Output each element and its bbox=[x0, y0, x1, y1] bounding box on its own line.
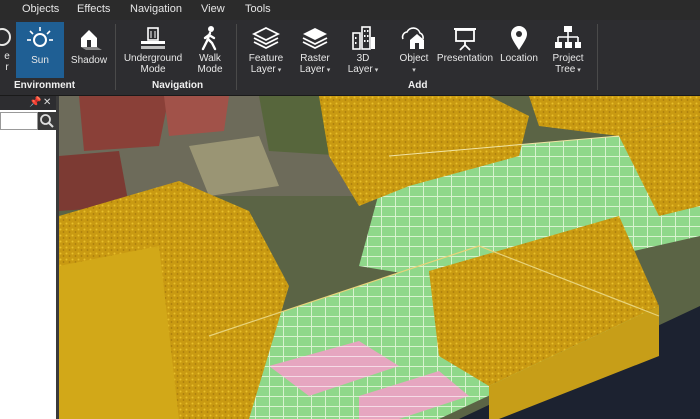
underground-label-1: Underground bbox=[123, 53, 183, 64]
ribbon-separator bbox=[236, 24, 237, 90]
shadow-button[interactable]: Shadow bbox=[66, 22, 112, 78]
group-navigation-label: Navigation bbox=[152, 80, 204, 91]
ribbon-separator bbox=[597, 24, 598, 90]
search-button[interactable] bbox=[38, 112, 56, 130]
3d-viewport[interactable] bbox=[59, 96, 700, 419]
location-label: Location bbox=[500, 53, 538, 64]
project-tree-label-1: Project bbox=[552, 53, 584, 64]
sun-label: Sun bbox=[31, 55, 49, 66]
walk-label-1: Walk bbox=[199, 53, 221, 64]
dropdown-caret-icon: ▾ bbox=[275, 67, 282, 74]
search-input[interactable] bbox=[0, 112, 38, 130]
raster-layer-button[interactable]: Raster Layer ▾ bbox=[294, 22, 336, 78]
object-button[interactable]: Object ▾ bbox=[394, 22, 434, 78]
raster-layer-label-2: Layer ▾ bbox=[299, 64, 331, 75]
menu-tools[interactable]: Tools bbox=[245, 3, 271, 15]
shadow-label: Shadow bbox=[70, 55, 108, 66]
partial-icon bbox=[0, 28, 11, 46]
3d-layer-label-1: 3D bbox=[356, 53, 370, 64]
point-cloud-scene bbox=[59, 96, 700, 419]
object-icon bbox=[401, 27, 424, 49]
location-button[interactable]: Location bbox=[497, 22, 541, 78]
presentation-button[interactable]: Presentation bbox=[437, 22, 493, 78]
walk-mode-button[interactable]: Walk Mode bbox=[190, 22, 230, 78]
search-icon bbox=[40, 114, 54, 128]
project-tree-panel: 📌 ✕ bbox=[0, 96, 56, 419]
dropdown-caret-icon: ▾ bbox=[412, 67, 416, 74]
feature-layer-label-1: Feature bbox=[248, 53, 284, 64]
dropdown-caret-icon: ▾ bbox=[324, 67, 331, 74]
feature-layer-button[interactable]: Feature Layer ▾ bbox=[243, 22, 289, 78]
location-pin-icon bbox=[511, 26, 527, 50]
project-tree-label-2: Tree ▾ bbox=[555, 64, 581, 75]
underground-label-2: Mode bbox=[140, 64, 166, 75]
walk-icon bbox=[201, 26, 217, 51]
group-add-label: Add bbox=[408, 80, 428, 91]
menu-effects[interactable]: Effects bbox=[77, 3, 110, 15]
sun-button[interactable]: Sun bbox=[16, 22, 64, 78]
presentation-label: Presentation bbox=[436, 53, 494, 64]
object-label: Object ▾ bbox=[399, 53, 429, 74]
raster-layer-label-1: Raster bbox=[300, 53, 330, 64]
3d-layer-label-2: Layer ▾ bbox=[347, 64, 379, 75]
ribbon-separator bbox=[115, 24, 116, 90]
panel-header: 📌 ✕ bbox=[0, 96, 56, 110]
house-shadow-icon bbox=[81, 30, 102, 50]
menu-bar: Objects Effects Navigation View Tools bbox=[0, 0, 700, 21]
partial-label-bottom: r bbox=[5, 62, 9, 73]
feature-layer-label-2: Layer ▾ bbox=[250, 64, 282, 75]
group-environment-label: Environment bbox=[14, 80, 76, 91]
walk-label-2: Mode bbox=[197, 64, 223, 75]
project-tree-icon bbox=[555, 26, 581, 48]
dropdown-caret-icon: ▾ bbox=[575, 67, 581, 74]
ribbon-partial-button[interactable]: e r bbox=[0, 22, 14, 78]
project-tree-button[interactable]: Project Tree ▾ bbox=[545, 22, 591, 78]
partial-label-top: e bbox=[4, 51, 10, 62]
dropdown-caret-icon: ▾ bbox=[372, 67, 379, 74]
sun-icon bbox=[27, 27, 53, 47]
underground-mode-button[interactable]: Underground Mode bbox=[120, 22, 186, 78]
menu-view[interactable]: View bbox=[201, 3, 225, 15]
close-icon[interactable]: ✕ bbox=[43, 97, 51, 108]
3d-layer-button[interactable]: 3D Layer ▾ bbox=[342, 22, 384, 78]
layers-icon bbox=[252, 26, 280, 50]
menu-navigation[interactable]: Navigation bbox=[130, 3, 182, 15]
buildings-icon bbox=[352, 26, 375, 50]
pin-icon[interactable]: 📌 bbox=[29, 97, 41, 108]
ribbon: e r Sun Shadow Environment Underground M… bbox=[0, 20, 700, 96]
menu-objects[interactable]: Objects bbox=[22, 3, 59, 15]
underground-icon bbox=[141, 27, 165, 49]
raster-layers-icon bbox=[302, 28, 328, 50]
presentation-icon bbox=[454, 28, 476, 51]
